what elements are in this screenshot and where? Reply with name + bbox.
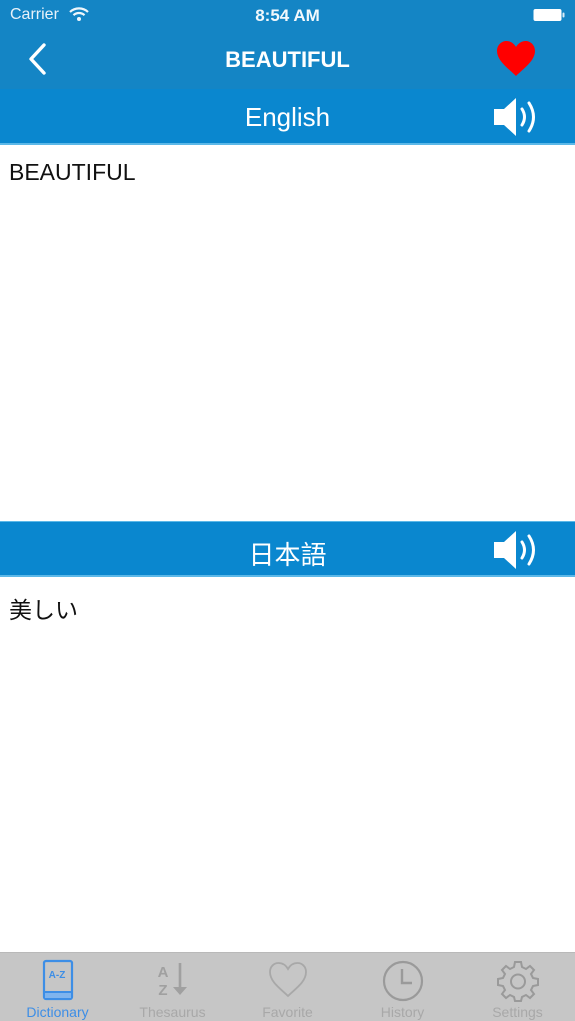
book-az-icon: A-Z xyxy=(42,959,73,1001)
gear-icon xyxy=(496,961,539,1002)
tab-favorite[interactable]: Favorite xyxy=(230,953,345,1021)
tab-thesaurus[interactable]: A Z Thesaurus xyxy=(115,953,230,1021)
tab-bar: A-Z Dictionary A Z Thesaurus Favorite Hi… xyxy=(0,952,575,1021)
chevron-left-icon xyxy=(29,43,46,75)
speaker-icon xyxy=(494,98,535,136)
sort-az-icon: A Z xyxy=(157,963,187,999)
page-title: BEAUTIFUL xyxy=(225,47,350,72)
clock-icon xyxy=(382,960,423,1002)
tab-label: Settings xyxy=(492,1004,543,1020)
tab-label: History xyxy=(380,1004,425,1020)
svg-text:A: A xyxy=(157,964,168,981)
english-language-label: English xyxy=(244,102,331,132)
japanese-speak-button[interactable] xyxy=(492,528,544,572)
tab-label: Favorite xyxy=(262,1004,313,1020)
svg-text:Z: Z xyxy=(158,982,167,999)
japanese-section-header: 日本語 xyxy=(0,521,575,577)
japanese-text: 美しい xyxy=(9,598,78,624)
tab-dictionary[interactable]: A-Z Dictionary xyxy=(0,953,115,1021)
back-button[interactable] xyxy=(24,42,52,76)
tab-label: Dictionary xyxy=(26,1004,89,1020)
heart-icon xyxy=(497,41,535,76)
speaker-icon xyxy=(494,531,535,569)
status-bar: Carrier 8:54 AM xyxy=(0,0,575,30)
navigation-bar: BEAUTIFUL xyxy=(0,30,575,89)
top-bar: Carrier 8:54 AM BEAUTIFUL xyxy=(0,0,575,89)
english-speak-button[interactable] xyxy=(492,95,544,139)
svg-text:A-Z: A-Z xyxy=(48,970,65,981)
tab-history[interactable]: History xyxy=(345,953,460,1021)
english-text: BEAUTIFUL xyxy=(9,159,136,185)
battery-icon xyxy=(533,9,565,21)
tab-settings[interactable]: Settings xyxy=(460,953,575,1021)
japanese-language-label: 日本語 xyxy=(248,540,327,570)
tab-label: Thesaurus xyxy=(139,1004,206,1020)
english-section-header: English xyxy=(0,89,575,145)
heart-outline-icon xyxy=(268,962,307,998)
clock: 8:54 AM xyxy=(255,6,320,25)
favorite-button[interactable] xyxy=(495,40,537,78)
